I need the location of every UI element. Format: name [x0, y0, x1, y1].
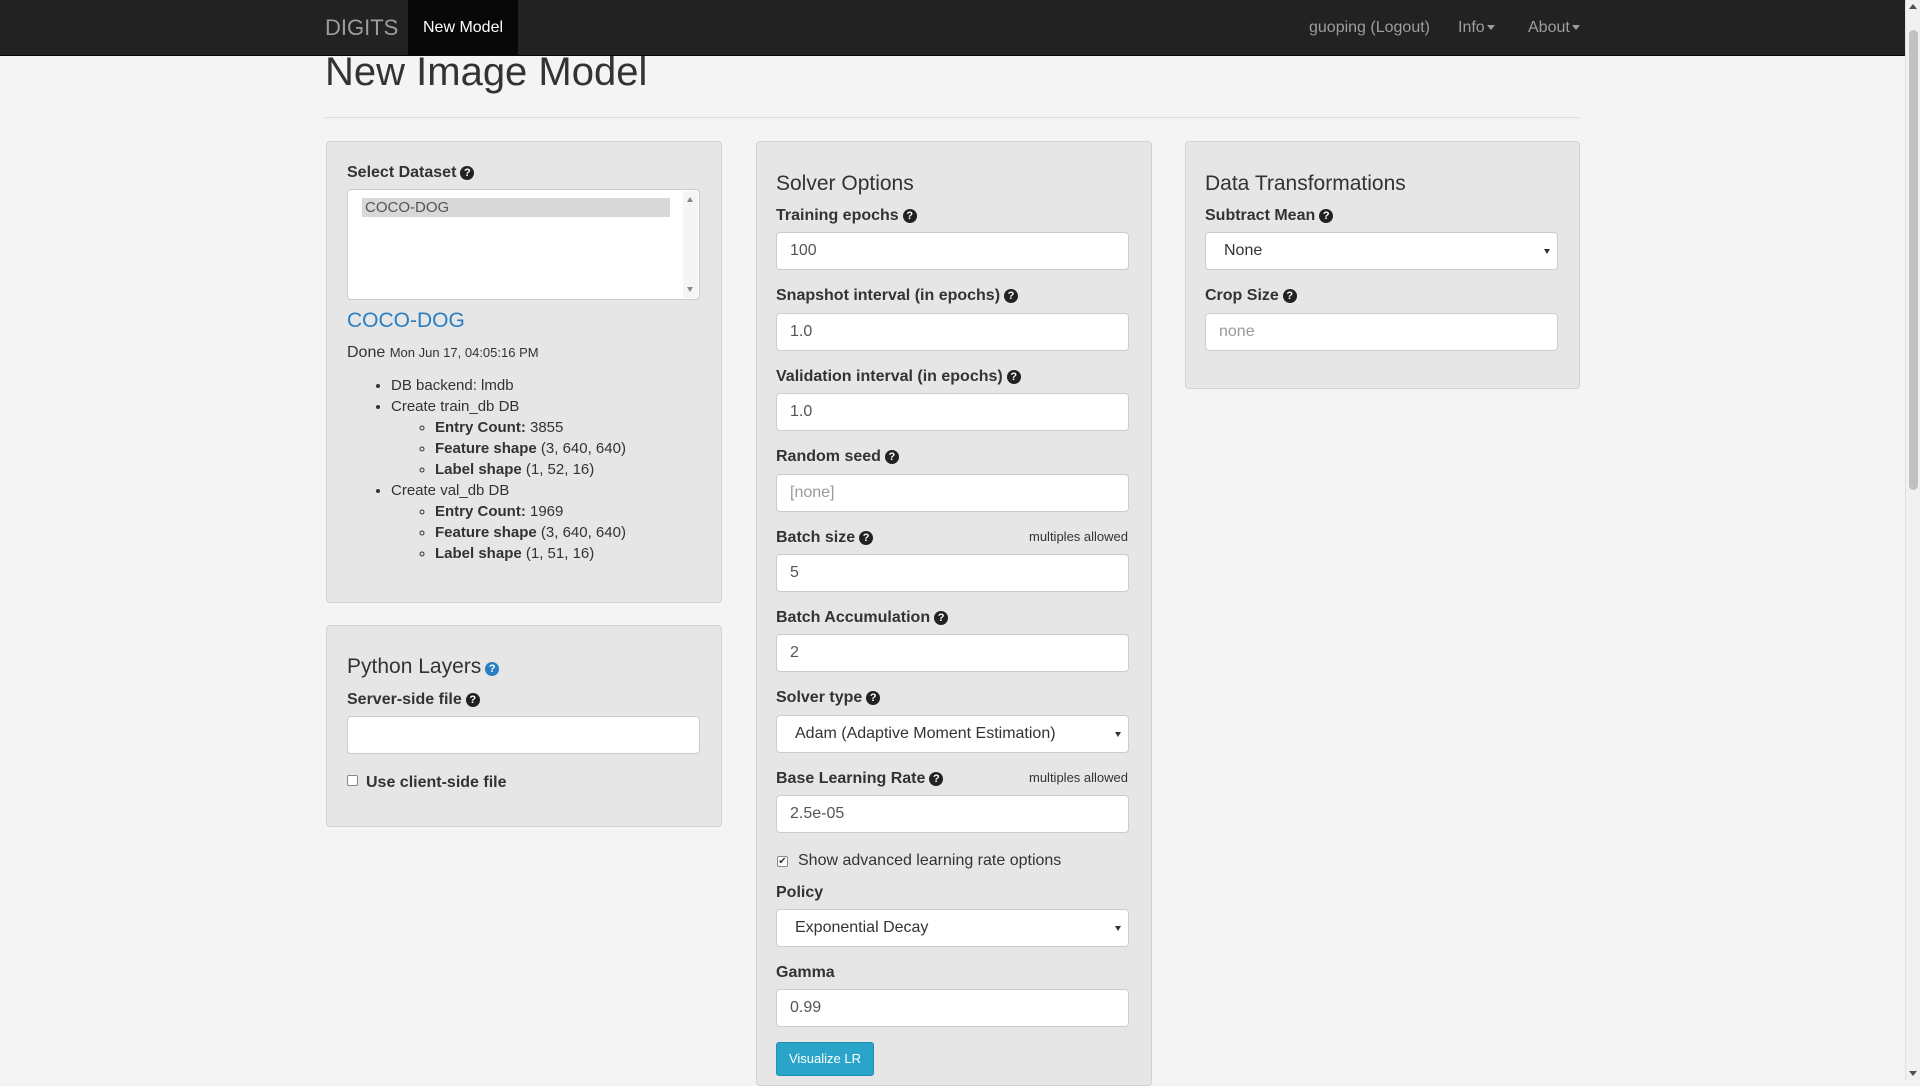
batch-size-multiples-note: multiples allowed: [1029, 529, 1128, 544]
chevron-down-icon: [1115, 926, 1121, 931]
page-title: New Image Model: [325, 50, 648, 94]
question-circle-icon[interactable]: ?: [465, 693, 480, 707]
base-learning-rate-label: Base Learning Rate?: [776, 770, 944, 788]
batch-size-input[interactable]: 5: [776, 554, 1129, 592]
top-navbar: DIGITS New Model guoping (Logout) Info A…: [0, 0, 1905, 56]
random-seed-input[interactable]: [none]: [776, 474, 1129, 512]
listbox-scrollbar[interactable]: [683, 191, 698, 298]
question-circle-icon[interactable]: ?: [460, 166, 475, 180]
question-circle-icon[interactable]: ?: [929, 772, 944, 786]
select-dataset-label: Select Dataset?: [347, 164, 475, 182]
status-text: Done: [347, 344, 386, 361]
dataset-option[interactable]: COCO-DOG: [362, 198, 670, 217]
learning-rate-multiples-note: multiples allowed: [1029, 770, 1128, 785]
question-circle-icon[interactable]: ?: [934, 611, 949, 625]
gamma-input[interactable]: 0.99: [776, 989, 1129, 1027]
list-item: Feature shape (3, 640, 640): [435, 522, 626, 543]
list-item: Entry Count: 3855: [435, 417, 626, 438]
list-item: Label shape (1, 51, 16): [435, 543, 626, 564]
list-item: Create val_db DB Entry Count: 1969 Featu…: [391, 480, 626, 564]
nav-user-logout[interactable]: guoping (Logout): [1309, 0, 1430, 56]
list-item: Feature shape (3, 640, 640): [435, 438, 626, 459]
subtract-mean-label: Subtract Mean?: [1205, 207, 1334, 225]
solver-type-label: Solver type?: [776, 689, 881, 707]
caret-down-icon: [1486, 25, 1495, 31]
status-timestamp: Mon Jun 17, 04:05:16 PM: [389, 345, 539, 360]
dataset-link[interactable]: COCO-DOG: [347, 309, 465, 333]
chevron-down-icon: [1544, 249, 1550, 254]
advanced-lr-label: Show advanced learning rate options: [798, 852, 1062, 869]
question-circle-icon[interactable]: ?: [1006, 370, 1021, 384]
question-circle-icon[interactable]: ?: [902, 209, 917, 223]
list-item: Label shape (1, 52, 16): [435, 459, 626, 480]
dataset-status: Done Mon Jun 17, 04:05:16 PM: [347, 344, 539, 362]
question-circle-icon[interactable]: ?: [1319, 209, 1334, 223]
batch-accumulation-label: Batch Accumulation?: [776, 609, 949, 627]
question-circle-icon[interactable]: ?: [1004, 289, 1019, 303]
snapshot-interval-input[interactable]: 1.0: [776, 313, 1129, 351]
client-file-label: Use client-side file: [366, 774, 507, 791]
crop-size-label: Crop Size?: [1205, 287, 1297, 305]
batch-size-label: Batch size?: [776, 529, 874, 547]
question-circle-icon[interactable]: ?: [859, 531, 874, 545]
crop-size-input[interactable]: none: [1205, 313, 1558, 351]
scrollbar-thumb[interactable]: [1909, 30, 1918, 490]
brand-link[interactable]: DIGITS: [325, 0, 398, 56]
caret-down-icon: [1571, 25, 1580, 31]
title-divider: [325, 117, 1580, 118]
question-circle-icon[interactable]: ?: [866, 691, 881, 705]
nav-new-model[interactable]: New Model: [408, 0, 518, 56]
data-transformations-heading: Data Transformations: [1205, 172, 1406, 195]
solver-type-select[interactable]: Adam (Adaptive Moment Estimation): [776, 715, 1129, 753]
client-file-checkbox[interactable]: [347, 775, 358, 786]
validation-interval-label: Validation interval (in epochs)?: [776, 368, 1021, 386]
advanced-lr-checkbox[interactable]: ✔: [777, 856, 788, 867]
training-epochs-label: Training epochs?: [776, 207, 917, 225]
gamma-label: Gamma: [776, 964, 835, 981]
question-circle-icon[interactable]: ?: [884, 450, 899, 464]
policy-label: Policy: [776, 884, 824, 901]
batch-accumulation-input[interactable]: 2: [776, 634, 1129, 672]
page-scrollbar[interactable]: [1905, 0, 1920, 1080]
question-circle-icon[interactable]: ?: [485, 662, 500, 676]
nav-about-label: About: [1528, 19, 1570, 36]
validation-interval-input[interactable]: 1.0: [776, 393, 1129, 431]
random-seed-label: Random seed?: [776, 448, 899, 466]
base-learning-rate-input[interactable]: 2.5e-05: [776, 795, 1129, 833]
server-file-input[interactable]: [347, 716, 700, 754]
python-layers-heading: Python Layers?: [347, 655, 500, 679]
server-file-label: Server-side file?: [347, 691, 480, 709]
subtract-mean-value: None: [1224, 242, 1263, 259]
list-item: Create train_db DB Entry Count: 3855 Fea…: [391, 396, 626, 480]
scroll-down-arrow-icon[interactable]: [1909, 1071, 1917, 1076]
list-item: Entry Count: 1969: [435, 501, 626, 522]
solver-options-heading: Solver Options: [776, 172, 914, 195]
solver-type-value: Adam (Adaptive Moment Estimation): [795, 725, 1056, 742]
nav-info-label: Info: [1458, 19, 1485, 36]
policy-select[interactable]: Exponential Decay: [776, 909, 1129, 947]
dataset-details: DB backend: lmdb Create train_db DB Entr…: [347, 375, 626, 564]
nav-info-dropdown[interactable]: Info: [1458, 0, 1495, 56]
scroll-down-arrow-icon[interactable]: [687, 287, 693, 292]
nav-about-dropdown[interactable]: About: [1528, 0, 1580, 56]
snapshot-interval-label: Snapshot interval (in epochs)?: [776, 287, 1019, 305]
scroll-up-arrow-icon[interactable]: [1909, 4, 1917, 9]
policy-value: Exponential Decay: [795, 919, 929, 936]
list-item: DB backend: lmdb: [391, 375, 626, 396]
visualize-lr-button[interactable]: Visualize LR: [776, 1042, 874, 1076]
training-epochs-input[interactable]: 100: [776, 232, 1129, 270]
scroll-up-arrow-icon[interactable]: [687, 197, 693, 202]
question-circle-icon[interactable]: ?: [1282, 289, 1297, 303]
chevron-down-icon: [1115, 732, 1121, 737]
subtract-mean-select[interactable]: None: [1205, 232, 1558, 270]
dataset-listbox[interactable]: COCO-DOG: [347, 189, 700, 300]
